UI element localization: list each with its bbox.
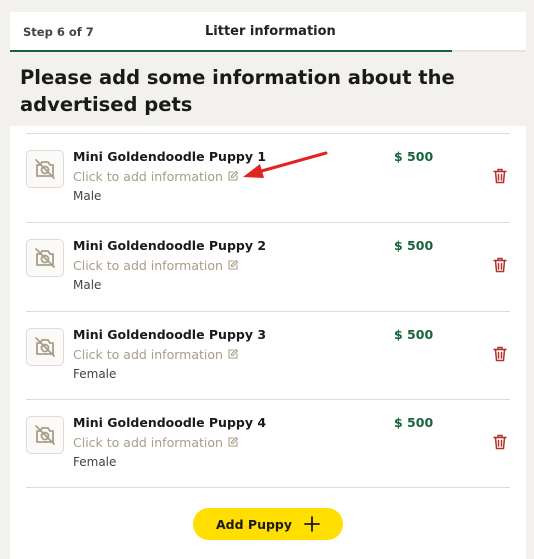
pencil-square-icon: [228, 170, 239, 181]
add-information-link[interactable]: Click to add information: [73, 435, 239, 450]
puppy-price: $ 500: [394, 327, 434, 342]
puppy-gender: Male: [73, 189, 102, 203]
pencil-square-icon: [228, 436, 239, 447]
no-photo-icon[interactable]: [26, 416, 64, 454]
puppy-gender: Female: [73, 367, 117, 381]
divider: [26, 487, 510, 488]
puppy-row-2: Mini Goldendoodle Puppy 2 Click to add i…: [10, 223, 526, 311]
puppy-row-1: Mini Goldendoodle Puppy 1 Click to add i…: [10, 134, 526, 222]
puppy-name: Mini Goldendoodle Puppy 1: [73, 149, 267, 164]
trash-icon[interactable]: [493, 346, 507, 362]
puppy-row-4: Mini Goldendoodle Puppy 4 Click to add i…: [10, 400, 526, 488]
step-indicator: Step 6 of 7: [23, 25, 94, 39]
add-information-label: Click to add information: [73, 258, 223, 273]
puppy-price: $ 500: [394, 415, 434, 430]
add-information-link[interactable]: Click to add information: [73, 258, 239, 273]
no-photo-icon[interactable]: [26, 150, 64, 188]
pencil-square-icon: [228, 259, 239, 270]
plus-icon: [304, 516, 320, 532]
add-information-link[interactable]: Click to add information: [73, 347, 239, 362]
puppy-gender: Female: [73, 455, 117, 469]
trash-icon[interactable]: [493, 434, 507, 450]
step-header: Step 6 of 7 Litter information: [10, 12, 526, 52]
add-information-label: Click to add information: [73, 435, 223, 450]
add-puppy-label: Add Puppy: [215, 516, 293, 532]
add-information-link[interactable]: Click to add information: [73, 169, 239, 184]
progress-bar: [10, 50, 526, 52]
puppy-list-panel: Mini Goldendoodle Puppy 1 Click to add i…: [10, 126, 526, 559]
add-puppy-button[interactable]: Add Puppy: [193, 508, 343, 540]
trash-icon[interactable]: [493, 168, 507, 184]
pencil-square-icon: [228, 348, 239, 359]
puppy-gender: Male: [73, 278, 102, 292]
puppy-price: $ 500: [394, 238, 434, 253]
puppy-price: $ 500: [394, 149, 434, 164]
page-title: Please add some information about the ad…: [20, 66, 455, 116]
puppy-row-3: Mini Goldendoodle Puppy 3 Click to add i…: [10, 312, 526, 400]
puppy-name: Mini Goldendoodle Puppy 3: [73, 327, 267, 342]
no-photo-icon[interactable]: [26, 328, 64, 366]
add-information-label: Click to add information: [73, 169, 223, 184]
puppy-name: Mini Goldendoodle Puppy 2: [73, 238, 267, 253]
header-title: Litter information: [205, 24, 336, 39]
add-information-label: Click to add information: [73, 347, 223, 362]
progress-fill: [10, 50, 453, 52]
no-photo-icon[interactable]: [26, 239, 64, 277]
trash-icon[interactable]: [493, 257, 507, 273]
puppy-name: Mini Goldendoodle Puppy 4: [73, 415, 267, 430]
